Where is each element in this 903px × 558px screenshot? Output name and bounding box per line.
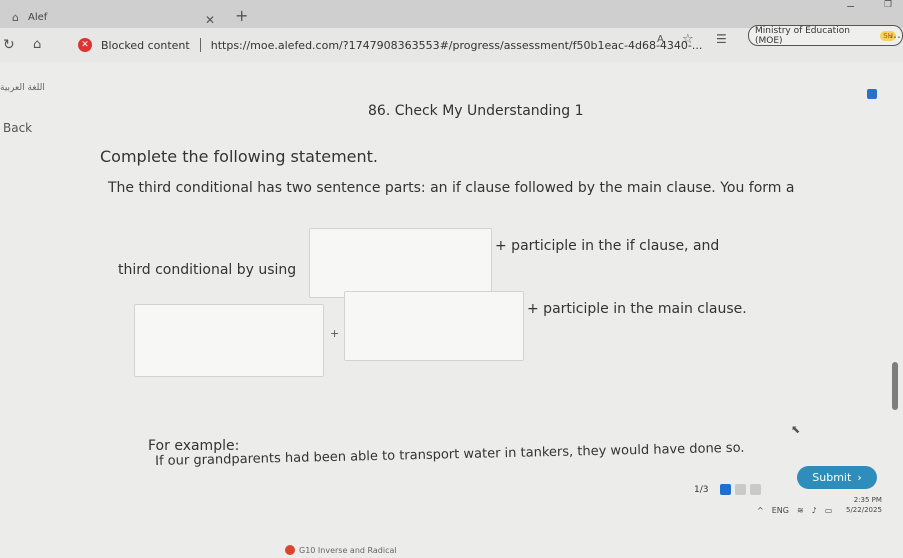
back-button[interactable]: Back <box>3 121 32 135</box>
close-tab-icon[interactable]: ✕ <box>205 13 215 27</box>
cursor-icon: ⬉ <box>791 423 801 436</box>
url-text[interactable]: https://moe.alefed.com/?1747908363553#/p… <box>211 39 703 52</box>
instruction: Complete the following statement. <box>100 147 379 166</box>
page-title: 86. Check My Understanding 1 <box>368 103 584 119</box>
browser-tab[interactable]: ⌂ Alef <box>12 6 262 28</box>
battery-icon[interactable]: ▭ <box>825 506 833 515</box>
statement-line: The third conditional has two sentence p… <box>108 180 795 196</box>
submit-button[interactable]: Submit › <box>797 466 877 489</box>
tab-bar: ⌂ Alef ✕ + − ❐ <box>0 0 903 28</box>
profile-button[interactable]: Ministry of Education (MOE) SH <box>748 25 903 46</box>
url-field[interactable]: ✕ Blocked content https://moe.alefed.com… <box>78 33 738 57</box>
taskbar-item-label: G10 Inverse and Radical <box>299 545 397 555</box>
volume-icon[interactable]: ♪ <box>812 506 817 515</box>
favorites-icon[interactable]: ☰ <box>716 32 727 46</box>
divider <box>199 38 201 52</box>
blocked-content-label[interactable]: Blocked content <box>101 39 190 52</box>
clock[interactable]: 2:35 PM 5/22/2025 <box>846 495 882 515</box>
pager-text: 1/3 <box>694 484 709 495</box>
profile-label: Ministry of Education (MOE) <box>755 25 850 46</box>
answer-box-main-1[interactable] <box>134 304 324 377</box>
wifi-icon[interactable]: ≋ <box>797 506 804 515</box>
app-icon[interactable] <box>867 89 877 99</box>
third-conditional-label: third conditional by using <box>118 262 297 278</box>
language-indicator[interactable]: ENG <box>772 506 789 515</box>
clock-time: 2:35 PM <box>853 496 882 504</box>
participle-main-text: + participle in the main clause. <box>527 301 747 317</box>
chevron-right-icon: › <box>857 471 862 484</box>
blocked-icon[interactable]: ✕ <box>78 38 92 52</box>
system-tray: ^ ENG ≋ ♪ ▭ <box>757 506 832 515</box>
answer-box-if-clause[interactable] <box>309 228 492 298</box>
page-dot-1[interactable] <box>720 484 732 495</box>
maximize-icon[interactable]: ❐ <box>884 0 892 10</box>
taskbar-item[interactable]: G10 Inverse and Radical <box>285 545 397 555</box>
chevron-up-icon[interactable]: ^ <box>757 506 764 515</box>
read-aloud-icon[interactable]: A <box>657 34 664 45</box>
course-title: اللغة العربية <box>0 83 45 93</box>
minimize-icon[interactable]: − <box>846 0 855 13</box>
clock-date: 5/22/2025 <box>846 506 882 514</box>
page-dot-2[interactable] <box>735 484 747 495</box>
scrollbar[interactable] <box>892 362 898 410</box>
more-icon[interactable]: ⋯ <box>889 30 901 44</box>
participle-if-text: + participle in the if clause, and <box>495 238 720 254</box>
answer-box-main-2[interactable] <box>344 291 524 361</box>
home-button-icon[interactable]: ⌂ <box>33 37 41 52</box>
home-icon: ⌂ <box>12 10 19 24</box>
submit-label: Submit <box>812 471 852 484</box>
new-tab-icon[interactable]: + <box>235 6 248 25</box>
app-dot-icon <box>285 545 295 555</box>
tab-title: Alef <box>28 11 48 23</box>
pager: 1/3 <box>694 484 762 495</box>
refresh-icon[interactable]: ↻ <box>3 37 15 53</box>
page-dot-3[interactable] <box>750 484 762 495</box>
star-icon[interactable]: ☆ <box>682 32 694 47</box>
plus-sign: + <box>330 327 340 340</box>
